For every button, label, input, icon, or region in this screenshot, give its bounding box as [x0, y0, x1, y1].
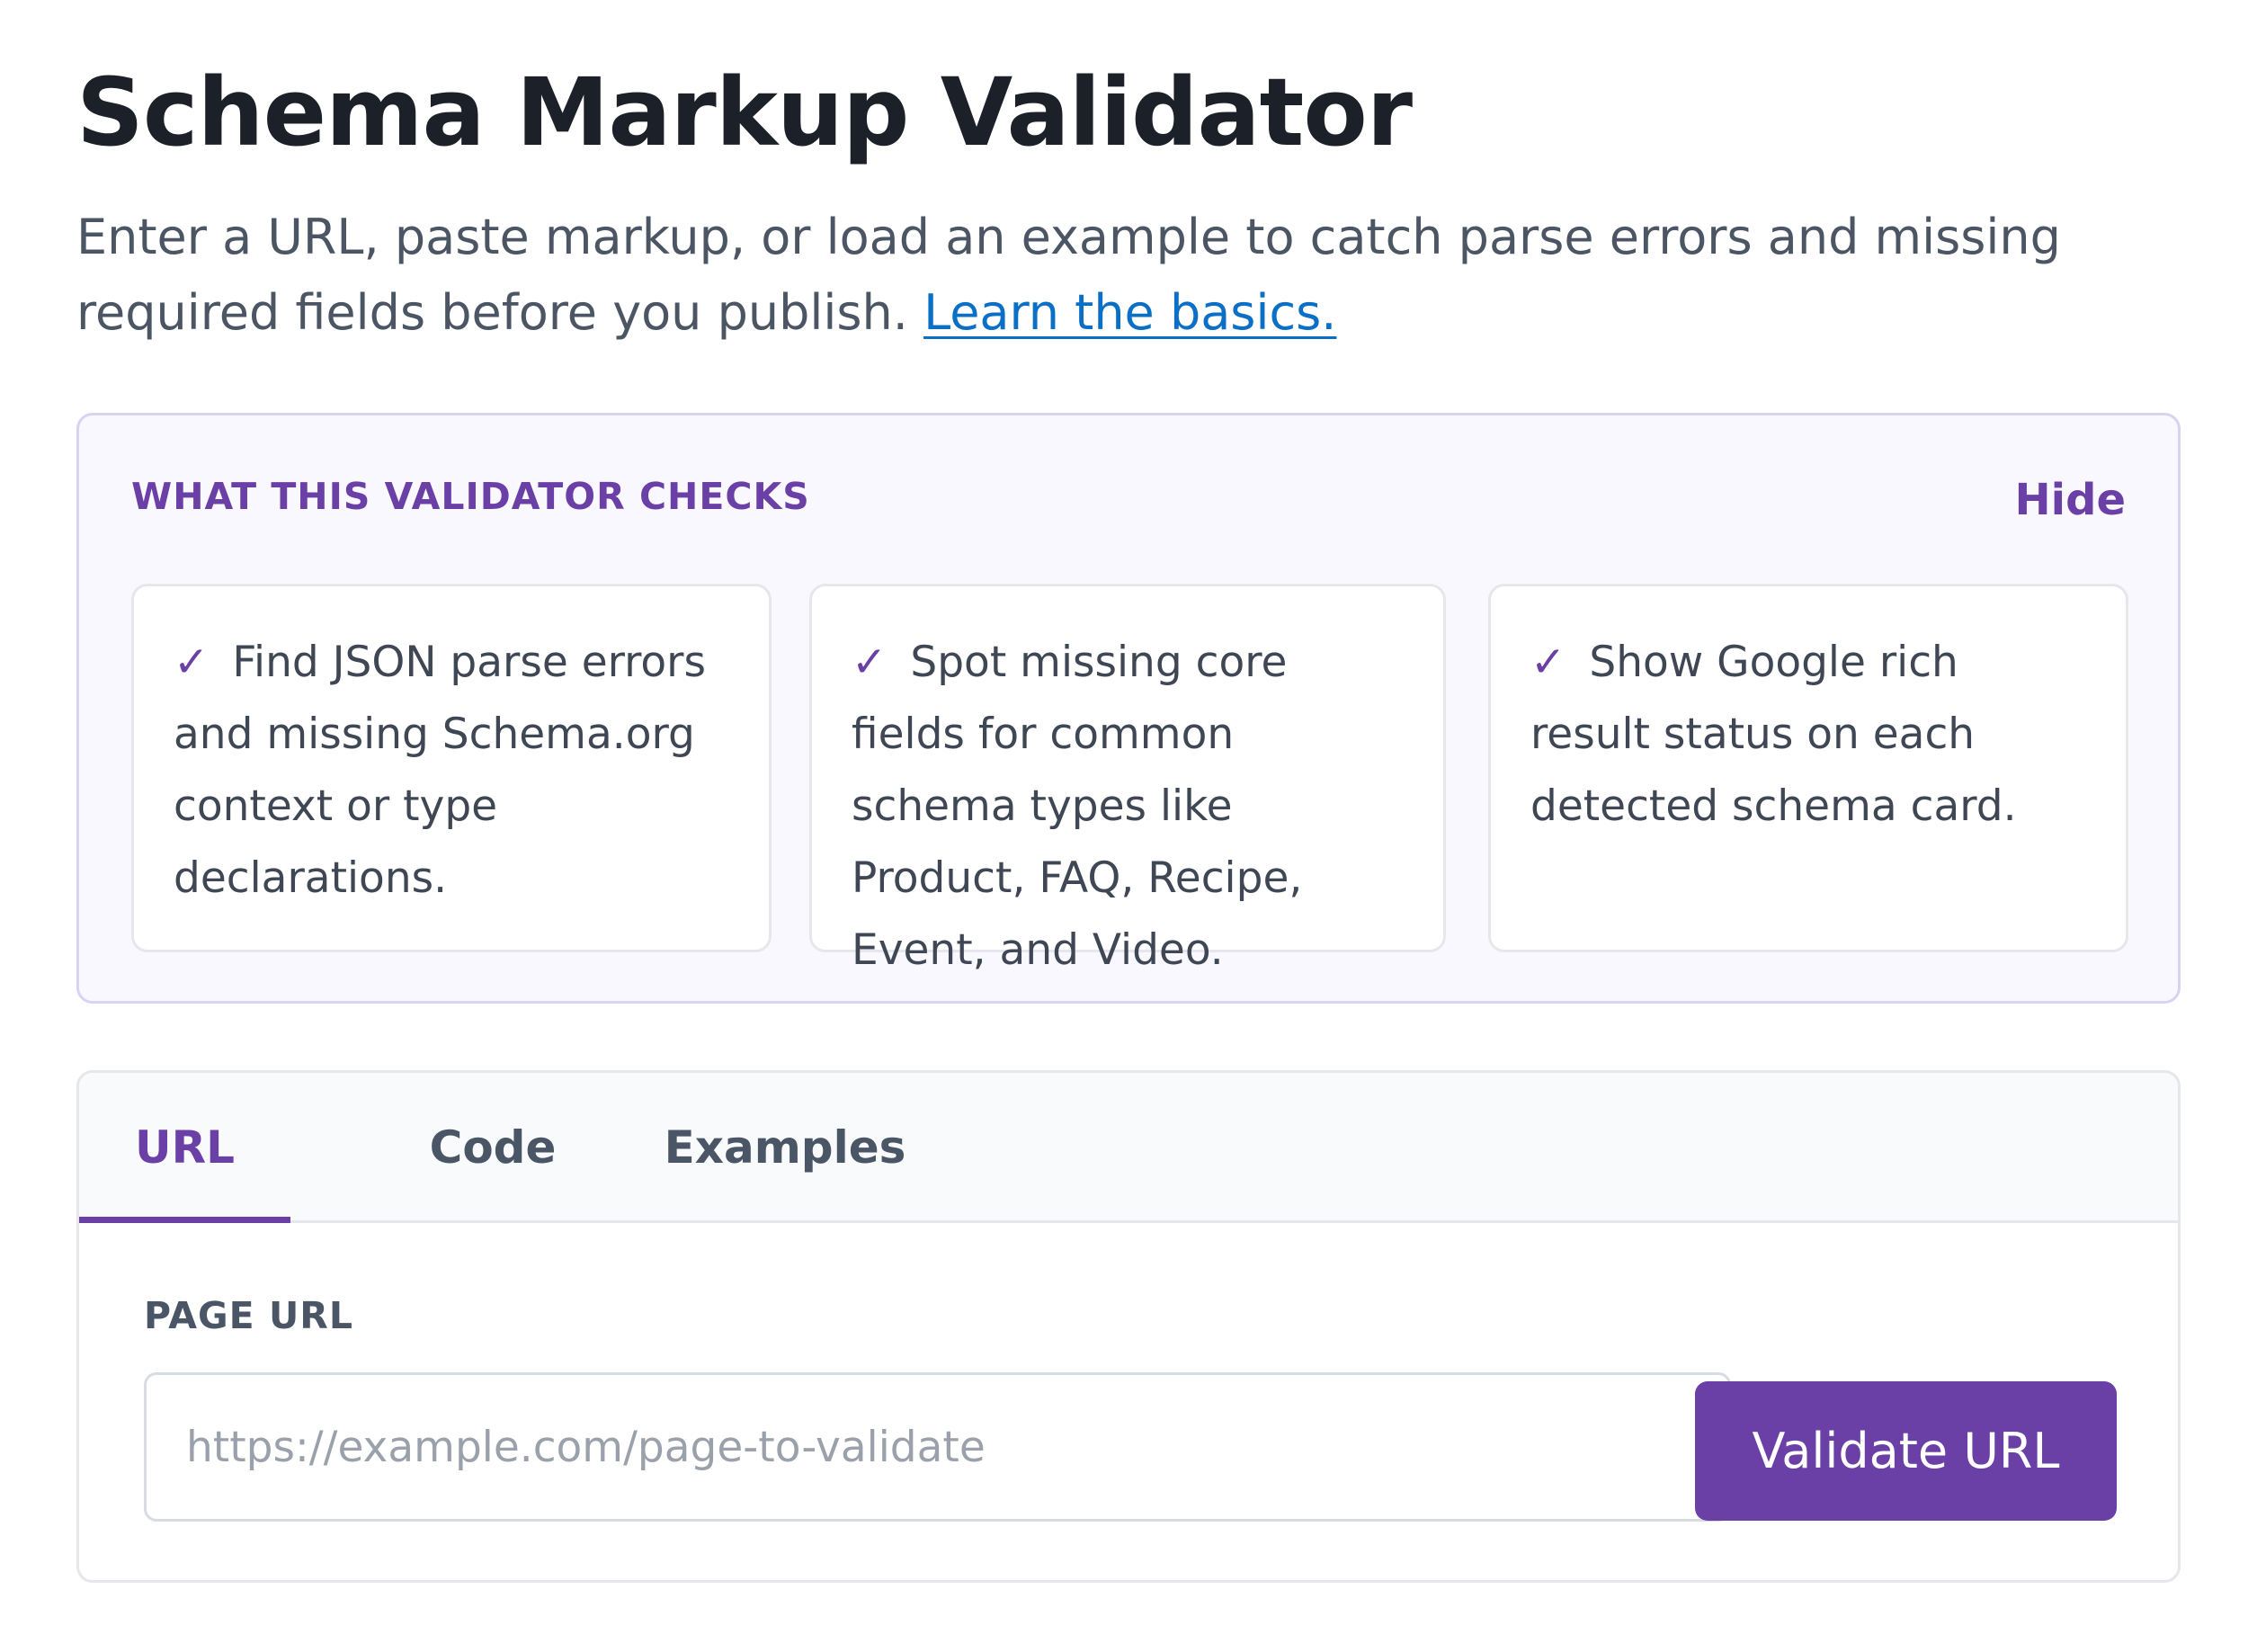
check-icon: ✓: [1530, 638, 1566, 687]
page-url-label: PAGE URL: [144, 1294, 353, 1337]
checks-heading: WHAT THIS VALIDATOR CHECKS: [131, 475, 810, 518]
checks-panel: WHAT THIS VALIDATOR CHECKS Hide ✓ Find JS…: [76, 413, 2181, 1004]
check-icon: ✓: [852, 638, 888, 687]
page-title: Schema Markup Validator: [76, 58, 1413, 167]
tab-url[interactable]: URL: [79, 1073, 290, 1223]
check-card-text: Show Google rich result status on each d…: [1530, 638, 2017, 831]
page: Schema Markup Validator Enter a URL, pas…: [0, 0, 2248, 1652]
check-card-core-fields: ✓ Spot missing core fields for common sch…: [809, 584, 1446, 975]
learn-basics-link[interactable]: Learn the basics.: [923, 284, 1336, 341]
active-tab-indicator: [79, 1217, 290, 1223]
page-intro: Enter a URL, paste markup, or load an ex…: [76, 200, 2145, 351]
check-card-text: Find JSON parse errors and missing Schem…: [174, 638, 706, 903]
tab-examples[interactable]: Examples: [637, 1073, 933, 1223]
check-card-parse-errors: ✓ Find JSON parse errors and missing Sche…: [131, 584, 772, 952]
check-icon: ✓: [174, 638, 210, 687]
page-url-input[interactable]: [144, 1372, 1731, 1522]
check-card-rich-results: ✓ Show Google rich result status on each …: [1488, 584, 2128, 952]
check-card-text: Spot missing core fields for common sche…: [852, 638, 1303, 975]
tab-bar: URL Code Examples: [79, 1073, 2178, 1223]
validator-panel: URL Code Examples PAGE URL Validate URL: [76, 1070, 2181, 1583]
validate-url-button[interactable]: Validate URL: [1695, 1381, 2117, 1521]
hide-checks-button[interactable]: Hide: [2014, 473, 2126, 527]
tab-code[interactable]: Code: [376, 1073, 610, 1223]
